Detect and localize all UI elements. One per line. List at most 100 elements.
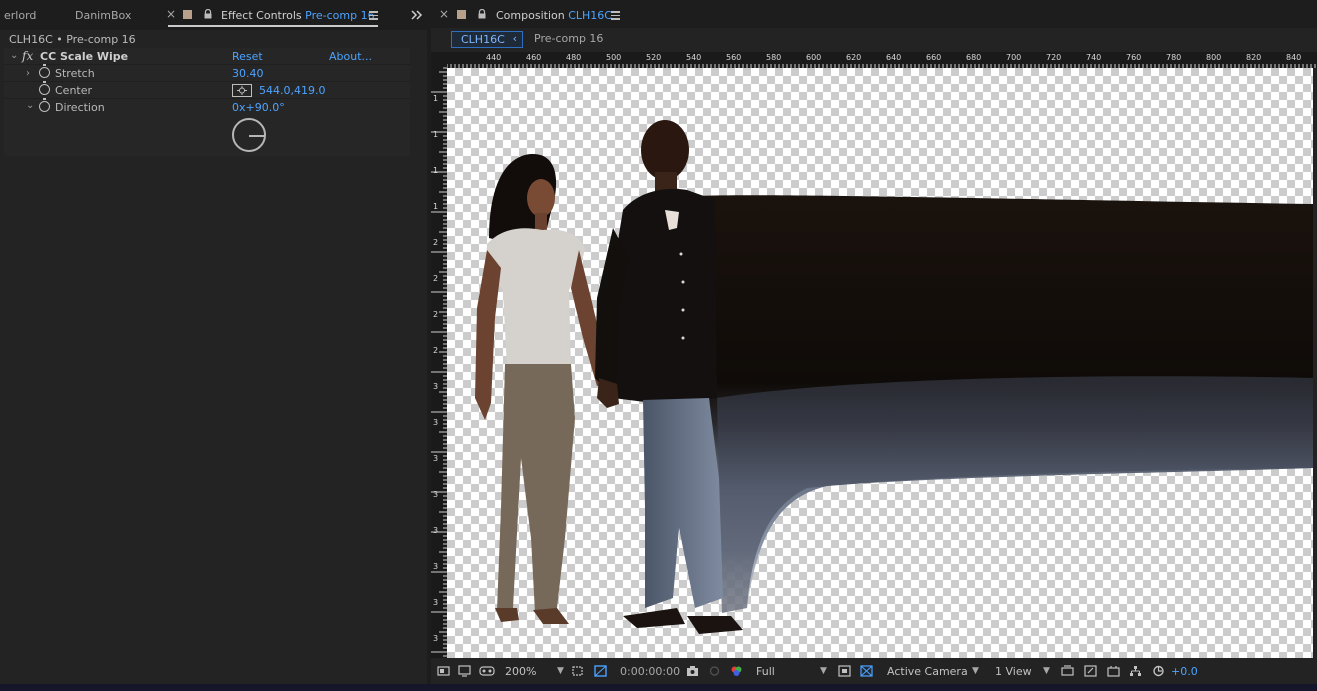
timecode[interactable]: 0:00:00:00	[620, 665, 680, 678]
double-chevron-right-icon[interactable]	[411, 10, 423, 20]
ruler-label: 620	[846, 53, 862, 62]
footer-strip	[0, 684, 1317, 691]
ruler-label: 520	[646, 53, 662, 62]
tab-overlord[interactable]: erlord	[4, 9, 36, 22]
crosshair-icon[interactable]	[232, 84, 252, 97]
composition-viewer[interactable]	[447, 68, 1313, 658]
property-row-stretch: › Stretch 30.40	[4, 64, 410, 82]
ruler-label: 1	[433, 130, 439, 139]
lock-icon[interactable]	[203, 9, 213, 19]
property-name: Stretch	[55, 67, 95, 80]
property-row-direction: ⌄ Direction 0x+90.0°	[4, 98, 410, 116]
exposure-value[interactable]: +0.0	[1171, 665, 1198, 678]
ruler-label: 3	[433, 454, 439, 463]
stopwatch-icon[interactable]	[39, 98, 50, 112]
label-color-swatch	[457, 10, 466, 19]
stopwatch-icon[interactable]	[39, 64, 50, 78]
property-row-center: Center 544.0,419.0	[4, 81, 410, 99]
ruler-label: 440	[486, 53, 502, 62]
left-tab-bar: erlord DanimBox × Effect Controls Pre-co…	[0, 0, 427, 30]
ruler-label: 3	[433, 418, 439, 427]
reset-button[interactable]: Reset	[232, 50, 263, 63]
tab-composition[interactable]: Composition CLH16C	[496, 9, 612, 22]
flowchart-icon[interactable]	[1129, 665, 1142, 677]
ruler-label: 700	[1006, 53, 1022, 62]
ruler-label: 820	[1246, 53, 1262, 62]
ruler-label: 800	[1206, 53, 1222, 62]
right-tab-bar: × Composition CLH16C	[431, 0, 1317, 30]
tab-effect-controls[interactable]: Effect Controls Pre-comp 16	[221, 9, 375, 22]
ruler-label: 3	[433, 526, 439, 535]
ruler-label: 660	[926, 53, 942, 62]
hamburger-icon[interactable]	[369, 11, 378, 20]
resolution-dropdown[interactable]: Full	[756, 665, 775, 678]
camera-icon[interactable]	[686, 665, 699, 677]
about-button[interactable]: About...	[329, 50, 372, 63]
chevron-down-icon[interactable]: ▼	[557, 666, 564, 676]
effect-name: CC Scale Wipe	[40, 50, 129, 63]
vr-goggles-icon[interactable]	[479, 665, 495, 677]
tab-composition-target: CLH16C	[568, 9, 612, 22]
composition-panel: × Composition CLH16C CLH16C ‹ Pre-comp 1…	[431, 0, 1317, 684]
property-name: Direction	[55, 101, 105, 114]
effect-header-row[interactable]: ⌄ fx CC Scale Wipe Reset About...	[4, 48, 410, 65]
camera-dropdown[interactable]: Active Camera	[887, 665, 968, 678]
ruler-label: 540	[686, 53, 702, 62]
ruler-label: 500	[606, 53, 622, 62]
show-snapshot-icon[interactable]	[708, 665, 721, 677]
chevron-left-icon: ‹	[512, 32, 517, 45]
footage-frame	[475, 120, 1313, 634]
close-icon[interactable]: ×	[439, 7, 449, 21]
ruler-label: 840	[1286, 53, 1302, 62]
color-channels-icon[interactable]	[730, 665, 743, 677]
ruler-label: 2	[433, 274, 439, 283]
tab-danimbox[interactable]: DanimBox	[75, 9, 131, 22]
lock-icon[interactable]	[477, 9, 487, 19]
close-icon[interactable]: ×	[166, 7, 176, 21]
ruler-label: 640	[886, 53, 902, 62]
dial-needle	[249, 135, 264, 137]
tab-clh16c[interactable]: CLH16C ‹	[451, 31, 523, 48]
draft-3d-icon[interactable]	[1084, 665, 1097, 677]
horizontal-ruler: 440 460 480 500 520 540 560 580 600 620 640 660 680 7…	[431, 52, 1317, 68]
direction-dial[interactable]	[232, 118, 266, 152]
chevron-down-icon[interactable]: ▼	[1043, 666, 1050, 676]
toggle-pixel-aspect-icon[interactable]	[1061, 665, 1074, 677]
ruler-label: 3	[433, 382, 439, 391]
reset-exposure-icon[interactable]	[1152, 665, 1165, 677]
zoom-value[interactable]: 200%	[505, 665, 536, 678]
ruler-label: 580	[766, 53, 782, 62]
views-dropdown[interactable]: 1 View	[995, 665, 1032, 678]
effect-properties: ⌄ fx CC Scale Wipe Reset About... › Stre…	[4, 48, 410, 156]
comp-navigator: CLH16C ‹ Pre-comp 16	[431, 28, 1317, 50]
ruler-label: 560	[726, 53, 742, 62]
monitor-icon[interactable]	[458, 665, 471, 677]
ruler-ticks	[446, 64, 1316, 68]
tab-pre-comp-16[interactable]: Pre-comp 16	[534, 32, 603, 45]
fx-icon[interactable]: fx	[22, 49, 33, 63]
ruler-label: 480	[566, 53, 582, 62]
property-value[interactable]: 544.0,419.0	[259, 84, 325, 97]
chevron-down-icon[interactable]: ⌄	[10, 50, 18, 61]
property-value[interactable]: 0x+90.0°	[232, 101, 285, 114]
tab-composition-label: Composition	[496, 9, 565, 22]
chevron-down-icon[interactable]: ⌄	[26, 100, 34, 111]
timeline-icon[interactable]	[1107, 665, 1120, 677]
property-name: Center	[55, 84, 93, 97]
tab-clh16c-label: CLH16C	[461, 33, 505, 46]
chevron-down-icon[interactable]: ▼	[972, 666, 979, 676]
stopwatch-icon[interactable]	[39, 81, 50, 95]
chevron-right-icon[interactable]: ›	[26, 68, 30, 79]
property-value[interactable]: 30.40	[232, 67, 264, 80]
region-of-interest-icon[interactable]	[571, 665, 584, 677]
checkerboard-toggle-icon[interactable]	[860, 665, 873, 677]
snapshot-icon[interactable]	[437, 665, 450, 677]
hamburger-icon[interactable]	[611, 11, 620, 20]
label-color-swatch	[183, 10, 192, 19]
ruler-label: 1	[433, 166, 439, 175]
effect-controls-panel: erlord DanimBox × Effect Controls Pre-co…	[0, 0, 427, 684]
transparency-grid-icon[interactable]	[594, 665, 607, 677]
fast-previews-icon[interactable]	[838, 665, 851, 677]
ruler-label: 600	[806, 53, 822, 62]
chevron-down-icon[interactable]: ▼	[820, 666, 827, 676]
